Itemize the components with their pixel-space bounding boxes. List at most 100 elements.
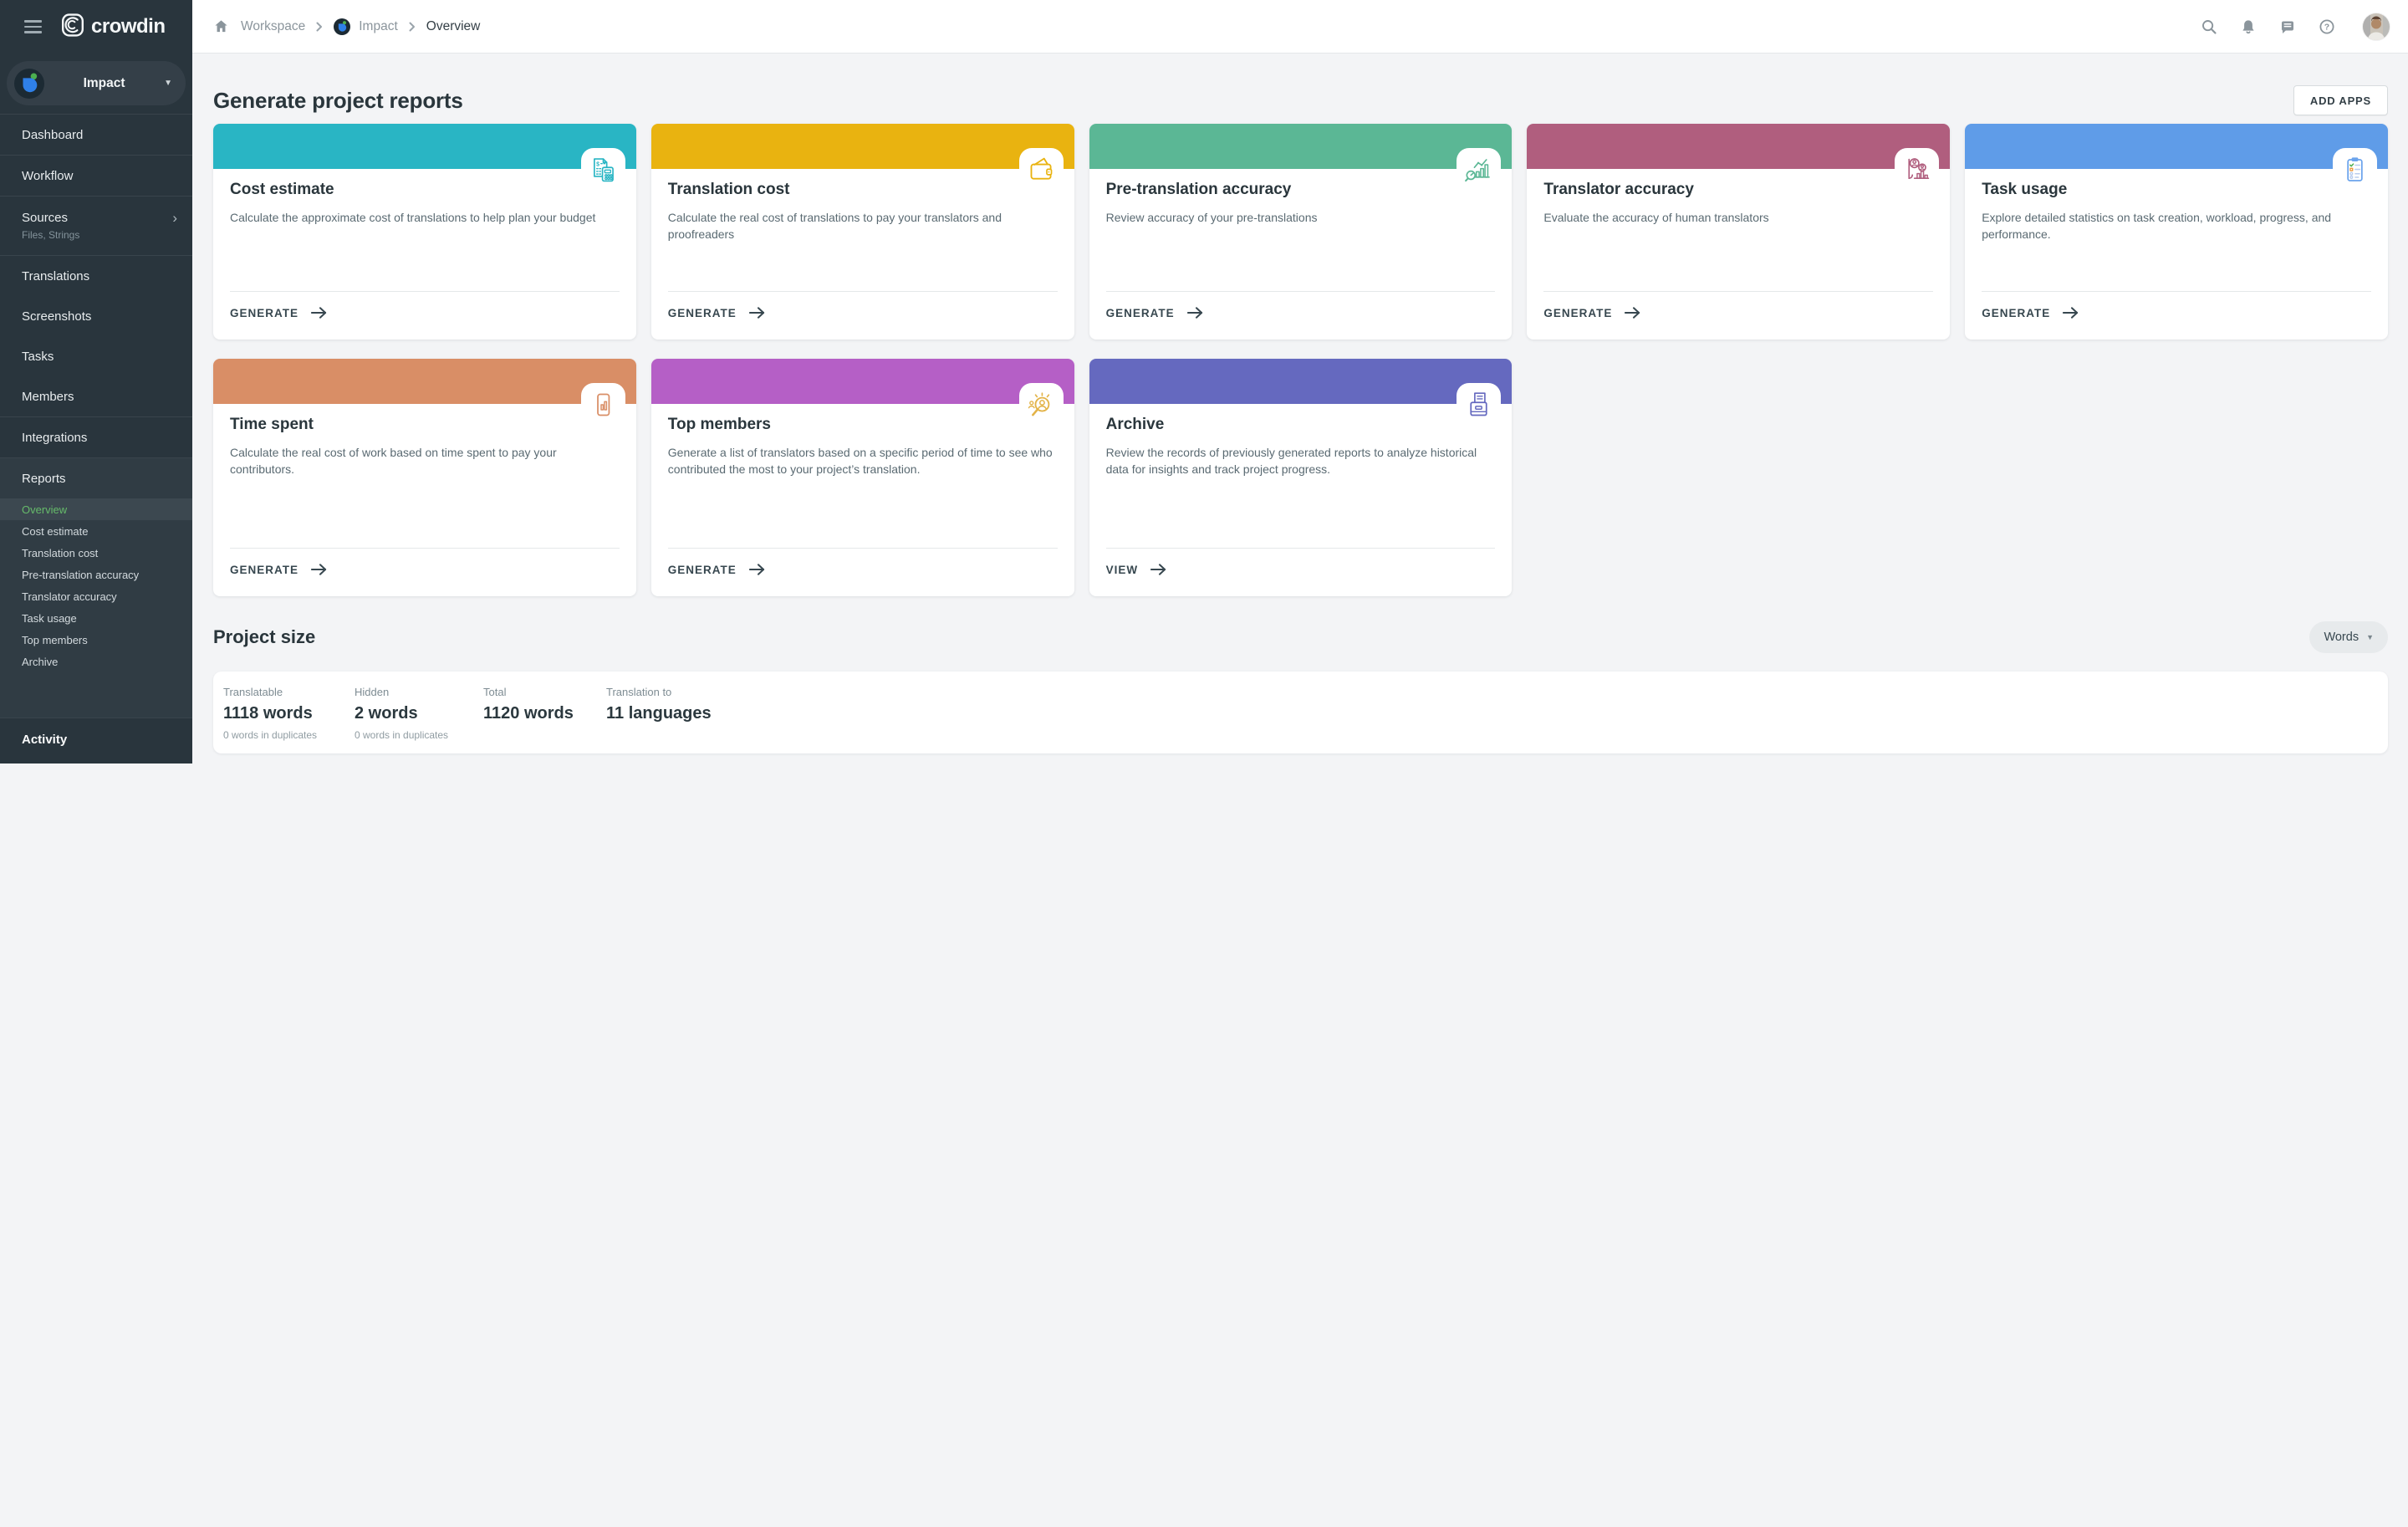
top-bar: WorkspaceImpactOverview ?	[192, 0, 2408, 54]
chevron-right-icon	[316, 22, 323, 32]
reports-submenu-translator-accuracy[interactable]: Translator accuracy	[0, 585, 192, 607]
arrow-right-icon	[1150, 563, 1167, 576]
search-icon[interactable]	[2201, 18, 2217, 35]
sidebar-item-dashboard[interactable]: Dashboard	[0, 115, 192, 155]
card-action-generate[interactable]: GENERATE	[230, 291, 620, 340]
project-selector[interactable]: Impact ▼	[7, 61, 186, 105]
stat-total: Total 1120 words	[483, 672, 606, 753]
add-apps-button[interactable]: ADD APPS	[2293, 85, 2388, 115]
crowdin-logo[interactable]: crowdin	[61, 13, 166, 41]
sidebar-item-activity[interactable]: Activity	[0, 718, 192, 760]
page-title: Generate project reports	[213, 88, 463, 114]
sidebar-item-integrations[interactable]: Integrations	[0, 417, 192, 457]
card-action-generate[interactable]: GENERATE	[1543, 291, 1933, 340]
card-title: Archive	[1106, 415, 1459, 435]
report-cards-row-2: Time spent Calculate the real cost of wo…	[213, 359, 2388, 596]
sidebar-item-sources[interactable]: Sources › Files, Strings	[0, 197, 192, 255]
card-description: Review accuracy of your pre-translations	[1106, 210, 1496, 227]
reports-submenu-task-usage[interactable]: Task usage	[0, 607, 192, 629]
stat-translatable: Translatable 1118 words 0 words in dupli…	[223, 672, 355, 753]
report-card-cost-estimate: $ Cost estimate Calculate the approximat…	[213, 124, 636, 340]
project-name: Impact	[44, 76, 164, 91]
time-document-icon	[581, 383, 625, 427]
card-title: Translation cost	[668, 180, 1021, 200]
main-content: Generate project reports ADD APPS $ Cost…	[192, 54, 2408, 1527]
header-actions: ?	[2201, 13, 2390, 40]
breadcrumb-impact[interactable]: Impact	[334, 18, 398, 35]
reports-submenu-translation-cost[interactable]: Translation cost	[0, 542, 192, 564]
users-chart-icon	[1895, 148, 1939, 192]
card-description: Evaluate the accuracy of human translato…	[1543, 210, 1933, 227]
sidebar-header: crowdin	[0, 0, 192, 54]
home-icon[interactable]	[213, 18, 230, 35]
project-avatar	[334, 18, 350, 35]
card-title: Time spent	[230, 415, 583, 435]
reports-submenu-pre-translation-accuracy[interactable]: Pre-translation accuracy	[0, 564, 192, 585]
card-title: Pre-translation accuracy	[1106, 180, 1459, 200]
arrow-right-icon	[310, 306, 328, 319]
reports-submenu-cost-estimate[interactable]: Cost estimate	[0, 520, 192, 542]
svg-text:$: $	[596, 161, 599, 167]
card-header-band	[1089, 359, 1513, 404]
unit-selector-value: Words	[2324, 631, 2359, 644]
archive-box-icon	[1457, 383, 1501, 427]
card-action-generate[interactable]: GENERATE	[1106, 291, 1496, 340]
card-action-generate[interactable]: GENERATE	[230, 548, 620, 596]
card-header-band	[1965, 124, 2388, 169]
card-action-view[interactable]: VIEW	[1106, 548, 1496, 596]
sidebar: crowdin Impact ▼ Dashboard Workflow Sour…	[0, 0, 192, 764]
arrow-right-icon	[2062, 306, 2079, 319]
sidebar-nav: Dashboard Workflow Sources › Files, Stri…	[0, 115, 192, 760]
reports-submenu-overview[interactable]: Overview	[0, 498, 192, 520]
card-action-generate[interactable]: GENERATE	[668, 291, 1058, 340]
reports-group: Reports Overview Cost estimate Translati…	[0, 458, 192, 718]
reports-submenu-archive[interactable]: Archive	[0, 651, 192, 672]
card-title: Cost estimate	[230, 180, 583, 200]
notifications-bell-icon[interactable]	[2240, 18, 2257, 35]
user-avatar[interactable]	[2363, 13, 2390, 40]
help-icon[interactable]: ?	[2319, 18, 2335, 35]
arrow-right-icon	[1624, 306, 1641, 319]
breadcrumb-workspace[interactable]: Workspace	[241, 19, 305, 34]
card-title: Translator accuracy	[1543, 180, 1896, 200]
sidebar-item-workflow[interactable]: Workflow	[0, 156, 192, 196]
card-action-generate[interactable]: GENERATE	[1982, 291, 2371, 340]
messages-icon[interactable]	[2279, 18, 2296, 35]
report-card-time-spent: Time spent Calculate the real cost of wo…	[213, 359, 636, 596]
card-header-band	[1089, 124, 1513, 169]
card-title: Task usage	[1982, 180, 2334, 200]
stat-translation-to: Translation to 11 languages	[606, 672, 712, 753]
chevron-right-icon	[409, 22, 416, 32]
clipboard-checklist-icon	[2333, 148, 2377, 192]
sidebar-item-translations[interactable]: Translations	[0, 256, 192, 296]
card-description: Calculate the approximate cost of transl…	[230, 210, 620, 227]
stat-hidden: Hidden 2 words 0 words in duplicates	[355, 672, 483, 753]
report-cards-row-1: $ Cost estimate Calculate the approximat…	[213, 124, 2388, 340]
card-header-band	[1527, 124, 1950, 169]
chevron-down-icon: ▼	[2366, 633, 2374, 641]
card-action-generate[interactable]: GENERATE	[668, 548, 1058, 596]
wallet-icon	[1019, 148, 1064, 192]
report-card-translation-cost: Translation cost Calculate the real cost…	[651, 124, 1074, 340]
project-size-stats: Translatable 1118 words 0 words in dupli…	[213, 672, 2388, 753]
svg-text:?: ?	[2324, 22, 2329, 32]
sidebar-item-members[interactable]: Members	[0, 376, 192, 416]
sidebar-item-reports[interactable]: Reports	[0, 458, 192, 498]
card-title: Top members	[668, 415, 1021, 435]
sidebar-item-tasks[interactable]: Tasks	[0, 336, 192, 376]
menu-toggle-icon[interactable]	[24, 20, 42, 33]
report-card-top-members: Top members Generate a list of translato…	[651, 359, 1074, 596]
unit-selector-dropdown[interactable]: Words ▼	[2309, 621, 2388, 653]
sidebar-item-screenshots[interactable]: Screenshots	[0, 296, 192, 336]
report-card-pre-translation-accuracy: Pre-translation accuracy Review accuracy…	[1089, 124, 1513, 340]
crowdin-wordmark: crowdin	[91, 15, 166, 38]
report-card-archive: Archive Review the records of previously…	[1089, 359, 1513, 596]
member-magnifier-icon	[1019, 383, 1064, 427]
chevron-down-icon: ▼	[164, 79, 172, 88]
card-description: Generate a list of translators based on …	[668, 445, 1058, 478]
breadcrumb: WorkspaceImpactOverview	[213, 18, 2201, 35]
reports-submenu-top-members[interactable]: Top members	[0, 629, 192, 651]
card-description: Review the records of previously generat…	[1106, 445, 1496, 478]
arrow-right-icon	[748, 563, 766, 576]
project-size-title: Project size	[213, 626, 315, 648]
